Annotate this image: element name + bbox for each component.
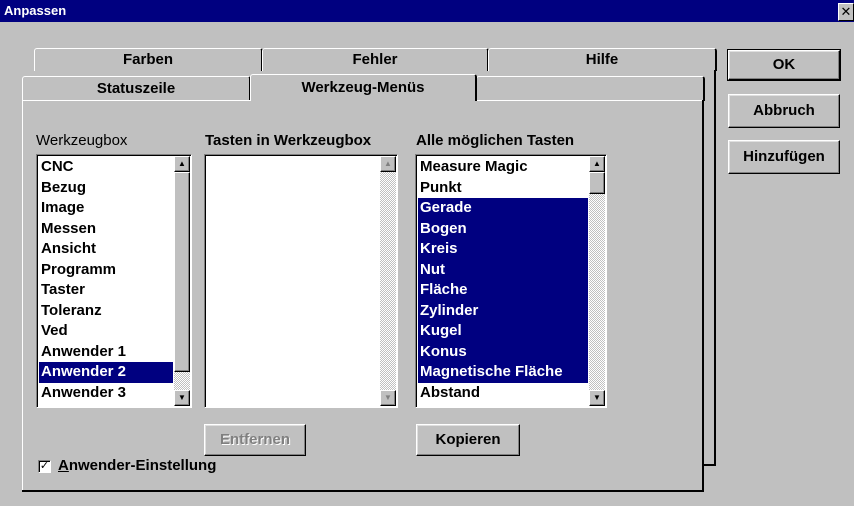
tab-fehler-label: Fehler [352, 51, 398, 68]
title-bar: Anpassen ✕ [0, 0, 854, 22]
tab-fehler[interactable]: Fehler [262, 48, 489, 71]
panel-top-right [474, 100, 702, 101]
toolbox-listbox[interactable]: CNC Bezug Image Messen Ansicht Programm Taster… [36, 154, 192, 408]
list-item[interactable]: Zylinder [418, 300, 588, 321]
list-item[interactable]: Magnetische Fläche [418, 362, 588, 383]
tab-hilfe[interactable]: Hilfe [488, 48, 717, 71]
all-keys-list-items: Measure Magic Punkt Gerade Bogen Kreis Nut Flä… [418, 157, 588, 403]
keys-in-toolbox-label: Tasten in Werkzeugbox [205, 132, 372, 149]
list-item[interactable]: Abstand [418, 383, 588, 404]
all-keys-scrollbar[interactable]: ▲ ▼ [589, 156, 605, 406]
add-button[interactable]: Hinzufügen [728, 140, 840, 174]
cancel-label: Abbruch [753, 102, 815, 119]
scroll-down-arrow-icon[interactable]: ▼ [589, 390, 605, 406]
scroll-down-arrow-icon[interactable]: ▼ [380, 390, 396, 406]
back-page-edge [714, 70, 716, 465]
cancel-button[interactable]: Abbruch [728, 94, 840, 128]
list-item[interactable]: Bogen [418, 218, 588, 239]
copy-label: Kopieren [435, 431, 501, 448]
user-setting-checkbox[interactable]: ✓ [38, 460, 51, 473]
panel-right-edge [702, 100, 704, 492]
tab-werkzeug-menues[interactable]: Werkzeug-Menüs [250, 74, 477, 101]
remove-label: Entfernen [219, 431, 290, 448]
tab-statuszeile-label: Statuszeile [96, 80, 176, 97]
back-page-bottom [704, 464, 716, 466]
panel-left-edge [22, 100, 23, 490]
panel-bottom-edge [22, 490, 704, 492]
all-keys-listbox[interactable]: Measure Magic Punkt Gerade Bogen Kreis Nut Flä… [415, 154, 607, 408]
list-item[interactable]: Ved [39, 321, 173, 342]
close-icon[interactable]: ✕ [838, 3, 854, 21]
list-item[interactable]: Punkt [418, 178, 588, 199]
list-item[interactable]: Fläche [418, 280, 588, 301]
scroll-thumb[interactable] [589, 172, 605, 194]
scroll-up-arrow-icon[interactable]: ▲ [380, 156, 396, 172]
toolbox-list-items: CNC Bezug Image Messen Ansicht Programm Taster… [39, 157, 173, 403]
keys-scrollbar[interactable]: ▲ ▼ [380, 156, 396, 406]
user-setting-label[interactable]: Anwender-Einstellung [58, 457, 216, 474]
list-item[interactable]: Programm [39, 260, 173, 281]
list-item[interactable]: Toleranz [39, 301, 173, 322]
scroll-up-arrow-icon[interactable]: ▲ [589, 156, 605, 172]
toolbox-scrollbar[interactable]: ▲ ▼ [174, 156, 190, 406]
window-title: Anpassen [4, 3, 67, 18]
list-item[interactable]: Bezug [39, 178, 173, 199]
ok-label: OK [772, 56, 796, 73]
list-item[interactable]: Konus [418, 341, 588, 362]
list-item[interactable]: Kreis [418, 239, 588, 260]
tab-hilfe-label: Hilfe [585, 51, 619, 68]
user-setting-accel: A [58, 457, 69, 474]
remove-button[interactable]: Entfernen [204, 424, 306, 456]
list-item[interactable]: Anwender 1 [39, 342, 173, 363]
list-item[interactable]: Nut [418, 259, 588, 280]
tab-empty [476, 76, 705, 101]
user-setting-rest: nwender-Einstellung [68, 457, 217, 474]
copy-button[interactable]: Kopieren [416, 424, 520, 456]
scroll-down-arrow-icon[interactable]: ▼ [174, 390, 190, 406]
list-item[interactable]: Kugel [418, 321, 588, 342]
list-item[interactable]: Anwender 2 [39, 362, 173, 383]
list-item[interactable]: Gerade [418, 198, 588, 219]
list-item[interactable]: Anwender 3 [39, 383, 173, 404]
scroll-up-arrow-icon[interactable]: ▲ [174, 156, 190, 172]
list-item[interactable]: Ansicht [39, 239, 173, 260]
add-label: Hinzufügen [743, 148, 825, 165]
list-item[interactable]: Taster [39, 280, 173, 301]
tab-farben-label: Farben [122, 51, 173, 68]
keys-in-toolbox-listbox[interactable]: ▲ ▼ [204, 154, 398, 408]
panel-top-left [22, 100, 250, 101]
tab-statuszeile[interactable]: Statuszeile [22, 76, 251, 101]
scroll-thumb[interactable] [174, 172, 190, 372]
list-item[interactable]: Image [39, 198, 173, 219]
list-item[interactable]: Measure Magic [418, 157, 588, 178]
ok-button[interactable]: OK [727, 49, 841, 81]
tab-farben[interactable]: Farben [34, 48, 263, 71]
list-item[interactable]: CNC [39, 157, 173, 178]
all-keys-label: Alle möglichen Tasten [416, 132, 575, 149]
toolbox-label: Werkzeugbox [36, 132, 128, 149]
list-item[interactable]: Messen [39, 219, 173, 240]
tab-werkzeug-menues-label: Werkzeug-Menüs [301, 79, 425, 96]
